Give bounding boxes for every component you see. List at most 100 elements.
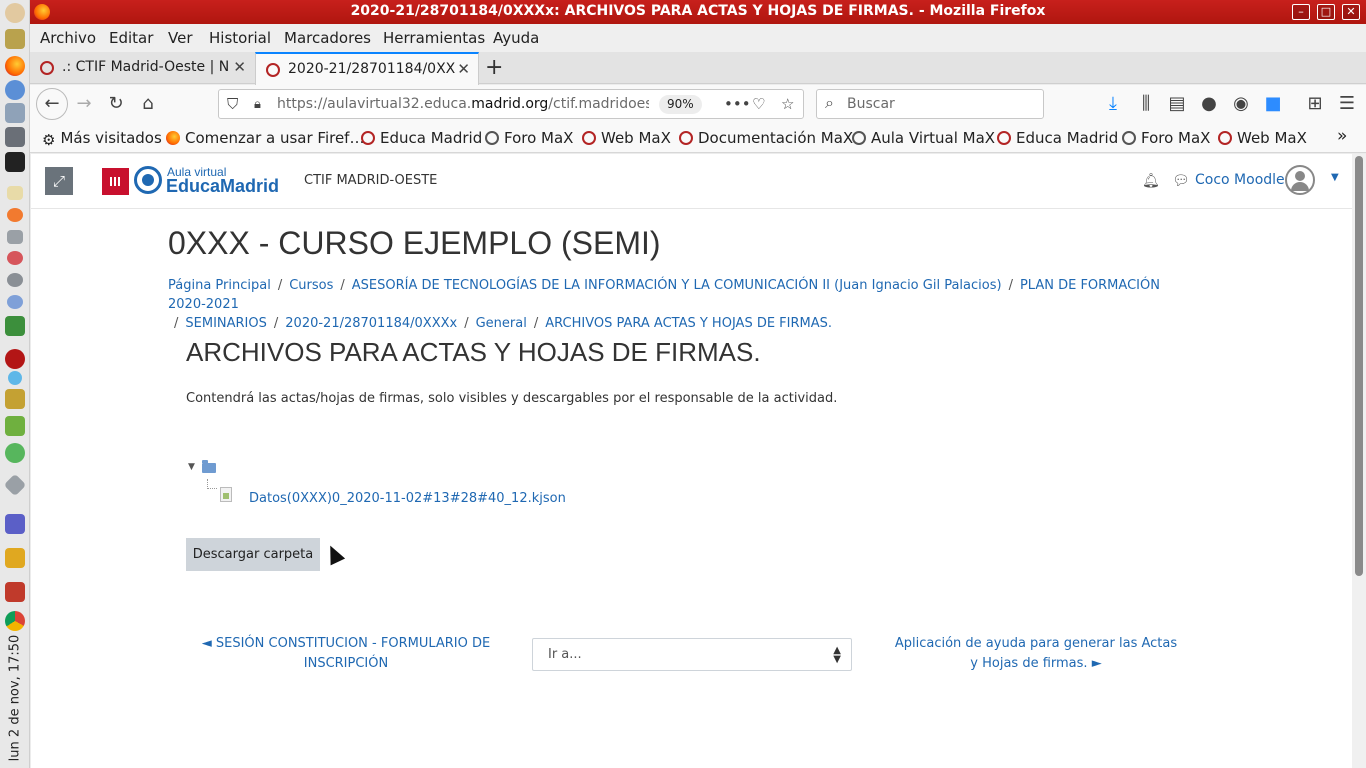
monitor-icon[interactable] xyxy=(5,316,25,336)
zoom-indicator[interactable]: 90% xyxy=(659,95,702,114)
bookmark-web-max[interactable]: Web MaX xyxy=(582,129,671,147)
addons-icon[interactable]: ⊞ xyxy=(1303,92,1327,116)
more-actions-icon[interactable]: ••• xyxy=(724,95,751,113)
page-scrollbar[interactable] xyxy=(1352,154,1366,768)
menu-archivo[interactable]: Archivo xyxy=(40,29,96,47)
user-name[interactable]: Coco Moodler xyxy=(1195,172,1290,188)
settings-icon[interactable] xyxy=(7,295,23,309)
extension-icon[interactable]: ● xyxy=(1197,92,1221,116)
menu-ver[interactable]: Ver xyxy=(168,29,193,47)
screenshot-icon[interactable] xyxy=(5,127,25,147)
bookmark-educa-madrid-2[interactable]: Educa Madrid xyxy=(997,129,1118,147)
tab-ctif[interactable]: .: CTIF Madrid-Oeste | N ✕ xyxy=(30,52,254,84)
breadcrumb-item[interactable]: Cursos xyxy=(289,278,333,293)
bookmark-web-max-2[interactable]: Web MaX xyxy=(1218,129,1307,147)
breadcrumb-item[interactable]: General xyxy=(476,316,527,331)
text-editor-icon[interactable] xyxy=(5,29,25,49)
trash-icon[interactable] xyxy=(5,416,25,436)
cloud-icon[interactable] xyxy=(5,443,25,463)
breadcrumb-item[interactable]: 2020-21/28701184/0XXXx xyxy=(285,316,457,331)
bookmark-documentacion-max[interactable]: Documentación MaX xyxy=(679,129,853,147)
bookmark-mas-visitados[interactable]: ⚙ Más visitados xyxy=(42,129,162,149)
bookmark-comenzar-firefox[interactable]: Comenzar a usar Firef… xyxy=(166,129,364,147)
home-button[interactable]: ⌂ xyxy=(136,92,160,116)
menu-marcadores[interactable]: Marcadores xyxy=(284,29,371,47)
site-name[interactable]: CTIF MADRID-OESTE xyxy=(304,173,437,188)
firefox-icon[interactable] xyxy=(5,56,25,76)
next-activity-link[interactable]: Aplicación de ayuda para generar las Act… xyxy=(893,634,1179,674)
app-launcher-icon[interactable] xyxy=(5,3,25,23)
chevron-down-icon[interactable]: ▼ xyxy=(1331,172,1339,183)
notes-icon[interactable] xyxy=(7,186,23,200)
bookmark-foro-max[interactable]: Foro MaX xyxy=(485,129,573,147)
chat-icon[interactable]: 💬︎ xyxy=(1172,173,1190,189)
dropbox-icon[interactable] xyxy=(3,473,27,497)
chat-app-icon[interactable] xyxy=(8,371,22,385)
presentation-icon[interactable] xyxy=(5,389,25,409)
close-tab-icon[interactable]: ✕ xyxy=(457,60,470,78)
bookmark-foro-max-2[interactable]: Foro MaX xyxy=(1122,129,1210,147)
terminal-icon[interactable] xyxy=(5,152,25,172)
record-icon[interactable] xyxy=(5,349,25,369)
avatar[interactable] xyxy=(1285,165,1315,195)
scrollbar-thumb[interactable] xyxy=(1355,156,1363,576)
chrome-icon[interactable] xyxy=(5,611,25,631)
more-bookmarks-icon[interactable]: » xyxy=(1337,126,1347,146)
previous-activity-link[interactable]: ◄ SESIÓN CONSTITUCION - FORMULARIO DE IN… xyxy=(201,634,491,674)
teams-icon[interactable] xyxy=(5,514,25,534)
firefox-small-icon[interactable] xyxy=(7,208,23,222)
hamburger-menu-icon[interactable]: ☰ xyxy=(1335,92,1359,116)
reload-button[interactable]: ↻ xyxy=(104,92,128,116)
pocket-icon[interactable]: ♡ xyxy=(752,95,765,113)
tab-archivos[interactable]: 2020-21/28701184/0XX ✕ xyxy=(255,52,479,85)
downloads-icon[interactable]: ⤓ xyxy=(1101,92,1125,116)
close-tab-icon[interactable]: ✕ xyxy=(233,58,246,76)
account-icon[interactable]: ◉ xyxy=(1229,92,1253,116)
url-bar[interactable]: ⛉ 🔒︎ https://aulavirtual32.educa.madrid.… xyxy=(218,89,804,119)
breadcrumb-item[interactable]: ARCHIVOS PARA ACTAS Y HOJAS DE FIRMAS. xyxy=(545,316,832,331)
breadcrumb-separator: / xyxy=(273,316,279,331)
breadcrumb-item[interactable]: SEMINARIOS xyxy=(185,316,267,331)
minimize-button[interactable]: – xyxy=(1292,4,1310,20)
stats-icon[interactable] xyxy=(5,548,25,568)
zoom-app-icon[interactable]: ■ xyxy=(1261,92,1285,116)
lock-icon[interactable]: 🔒︎ xyxy=(254,97,261,112)
menu-historial[interactable]: Historial xyxy=(209,29,271,47)
breadcrumb-item[interactable]: ASESORÍA DE TECNOLOGÍAS DE LA INFORMACIÓ… xyxy=(352,278,1002,293)
breadcrumb-item[interactable]: Página Principal xyxy=(168,278,271,293)
bookmark-educa-madrid[interactable]: Educa Madrid xyxy=(361,129,482,147)
download-folder-button[interactable]: Descargar carpeta xyxy=(186,538,320,571)
comunidad-madrid-logo-icon[interactable] xyxy=(102,168,129,195)
browser-icon[interactable] xyxy=(5,80,25,100)
maximize-button[interactable]: □ xyxy=(1317,4,1335,20)
back-button[interactable]: ← xyxy=(36,88,68,120)
bookmark-star-icon[interactable]: ☆ xyxy=(781,95,794,113)
educamadrid-logo-icon[interactable] xyxy=(134,166,162,194)
clock[interactable]: lun 2 de nov, 17:50 xyxy=(3,630,27,765)
library-icon[interactable]: ⫼ xyxy=(1134,92,1158,116)
logo-title[interactable]: EducaMadrid xyxy=(166,176,279,197)
bell-icon[interactable]: 🔔︎ xyxy=(1142,173,1160,189)
search-bar[interactable]: ⌕ Buscar xyxy=(816,89,1044,119)
music-icon[interactable] xyxy=(7,251,23,265)
bookmark-aula-virtual-max[interactable]: Aula Virtual MaX xyxy=(852,129,995,147)
speaker-icon[interactable] xyxy=(5,582,25,602)
new-tab-button[interactable]: + xyxy=(485,55,503,80)
menu-herramientas[interactable]: Herramientas xyxy=(383,29,485,47)
sidebar-icon[interactable]: ▤ xyxy=(1165,92,1189,116)
menu-ayuda[interactable]: Ayuda xyxy=(493,29,539,47)
disk-icon[interactable] xyxy=(7,273,23,287)
expand-drawer-button[interactable]: ⤢ xyxy=(45,167,73,195)
jump-to-select[interactable]: Ir a... ▲ ▼ xyxy=(532,638,852,671)
folder-icon[interactable] xyxy=(202,460,216,473)
forward-button[interactable]: → xyxy=(72,92,96,116)
url-text[interactable]: https://aulavirtual32.educa.madrid.org/c… xyxy=(277,96,649,112)
camera-icon[interactable] xyxy=(7,230,23,244)
breadcrumb-separator: / xyxy=(533,316,539,331)
close-window-button[interactable]: ✕ xyxy=(1342,4,1360,20)
collapse-caret-icon[interactable]: ▼ xyxy=(188,462,195,472)
menu-editar[interactable]: Editar xyxy=(109,29,153,47)
file-link[interactable]: Datos(0XXX)0_2020-11-02#13#28#40_12.kjso… xyxy=(249,491,566,506)
shield-icon[interactable]: ⛉ xyxy=(227,95,238,113)
files-icon[interactable] xyxy=(5,103,25,123)
